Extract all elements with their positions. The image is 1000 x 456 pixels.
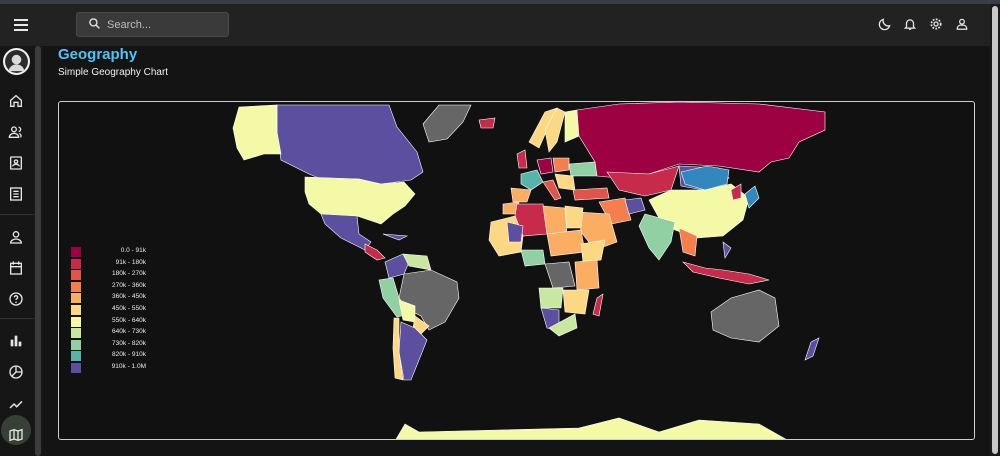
legend-item: 910k - 1.0M — [71, 362, 151, 374]
legend-item: 0.0 - 91k — [71, 246, 151, 258]
bell-icon[interactable] — [903, 17, 917, 31]
menu-icon[interactable] — [10, 13, 34, 37]
line-chart-icon[interactable] — [8, 396, 24, 412]
country-alaska-us[interactable] — [232, 104, 282, 161]
search-icon — [89, 18, 100, 29]
map-icon[interactable] — [8, 427, 24, 443]
legend-label: 640k - 730k — [112, 328, 146, 336]
country-antarctica[interactable] — [395, 417, 789, 440]
receipt-icon[interactable] — [8, 186, 24, 202]
contact-card-icon[interactable] — [8, 155, 24, 171]
country-poland[interactable] — [552, 157, 570, 173]
legend-label: 91k - 180k — [115, 258, 146, 266]
search-box[interactable] — [76, 12, 229, 37]
sidebar-scrollbar[interactable] — [35, 46, 41, 456]
legend-item: 450k - 550k — [71, 304, 151, 316]
pie-chart-icon[interactable] — [8, 364, 24, 380]
country-greenland[interactable] — [422, 104, 472, 143]
geography-chart: 0.0 - 91k 91k - 180k 180k - 270k 270k - 360… — [58, 101, 975, 440]
legend-label: 820k - 910k — [112, 351, 146, 359]
sidebar-divider — [0, 214, 34, 215]
country-canada[interactable] — [276, 104, 424, 185]
country-iceland[interactable] — [478, 117, 496, 129]
country-uk[interactable] — [516, 149, 528, 169]
country-france[interactable] — [520, 169, 544, 191]
country-nigeria[interactable] — [520, 249, 546, 267]
country-balkans[interactable] — [554, 173, 576, 191]
country-germany[interactable] — [536, 157, 554, 175]
country-egypt[interactable] — [564, 205, 584, 229]
country-venezuela[interactable] — [402, 253, 432, 271]
legend-item: 270k - 360k — [71, 281, 151, 293]
legend-label: 360k - 450k — [112, 293, 146, 301]
legend-item: 550k - 640k — [71, 316, 151, 328]
legend-label: 550k - 640k — [112, 316, 146, 324]
legend-item: 820k - 910k — [71, 350, 151, 362]
map-legend: 0.0 - 91k 91k - 180k 180k - 270k 270k - 360… — [71, 246, 151, 374]
sidebar-divider — [0, 318, 34, 319]
country-spain[interactable] — [510, 187, 532, 203]
home-icon[interactable] — [8, 93, 24, 109]
legend-label: 910k - 1.0M — [111, 362, 146, 370]
person-icon[interactable] — [8, 229, 24, 245]
people-icon[interactable] — [8, 124, 24, 140]
country-indonesia[interactable] — [681, 261, 770, 285]
country-libya[interactable] — [542, 205, 568, 235]
user-icon[interactable] — [955, 17, 969, 31]
main-scrollbar[interactable] — [990, 4, 1000, 456]
gear-icon[interactable] — [929, 17, 943, 31]
country-usa[interactable] — [304, 176, 416, 225]
country-ukraine[interactable] — [568, 161, 598, 177]
bar-chart-icon[interactable] — [8, 333, 24, 349]
country-new-zealand[interactable] — [804, 337, 820, 361]
country-turkey[interactable] — [572, 187, 610, 201]
country-central-america[interactable] — [364, 243, 386, 261]
calendar-icon[interactable] — [8, 260, 24, 276]
legend-item: 91k - 180k — [71, 258, 151, 270]
country-india[interactable] — [638, 213, 676, 261]
country-finland[interactable] — [564, 109, 580, 143]
legend-label: 270k - 360k — [112, 281, 146, 289]
legend-label: 730k - 820k — [112, 339, 146, 347]
country-angola[interactable] — [538, 287, 564, 309]
legend-item: 730k - 820k — [71, 339, 151, 351]
country-chad-sudan[interactable] — [546, 229, 586, 257]
country-cuba[interactable] — [382, 233, 409, 241]
page-title: Geography — [58, 46, 138, 63]
legend-item: 640k - 730k — [71, 327, 151, 339]
legend-item: 360k - 450k — [71, 292, 151, 304]
main-scrollbar-thumb[interactable] — [992, 6, 998, 454]
world-map — [232, 102, 826, 440]
country-australia[interactable] — [710, 289, 780, 343]
top-bar — [0, 4, 990, 46]
country-madagascar[interactable] — [592, 293, 604, 317]
legend-label: 180k - 270k — [112, 270, 146, 278]
country-philippines[interactable] — [722, 241, 732, 259]
country-mexico[interactable] — [320, 213, 372, 251]
country-russia[interactable] — [576, 102, 826, 179]
country-congo[interactable] — [544, 261, 576, 289]
legend-label: 450k - 550k — [112, 304, 146, 312]
moon-icon[interactable] — [878, 17, 892, 31]
page-subtitle: Simple Geography Chart — [58, 67, 169, 78]
country-mozambique-zambia[interactable] — [562, 289, 590, 315]
country-ethiopia[interactable] — [580, 239, 606, 263]
avatar[interactable] — [3, 48, 30, 75]
search-input[interactable] — [107, 15, 222, 34]
legend-item: 180k - 270k — [71, 269, 151, 281]
help-icon[interactable] — [8, 291, 24, 307]
country-kenya-tanzania[interactable] — [574, 259, 600, 291]
legend-label: 0.0 - 91k — [120, 247, 146, 254]
